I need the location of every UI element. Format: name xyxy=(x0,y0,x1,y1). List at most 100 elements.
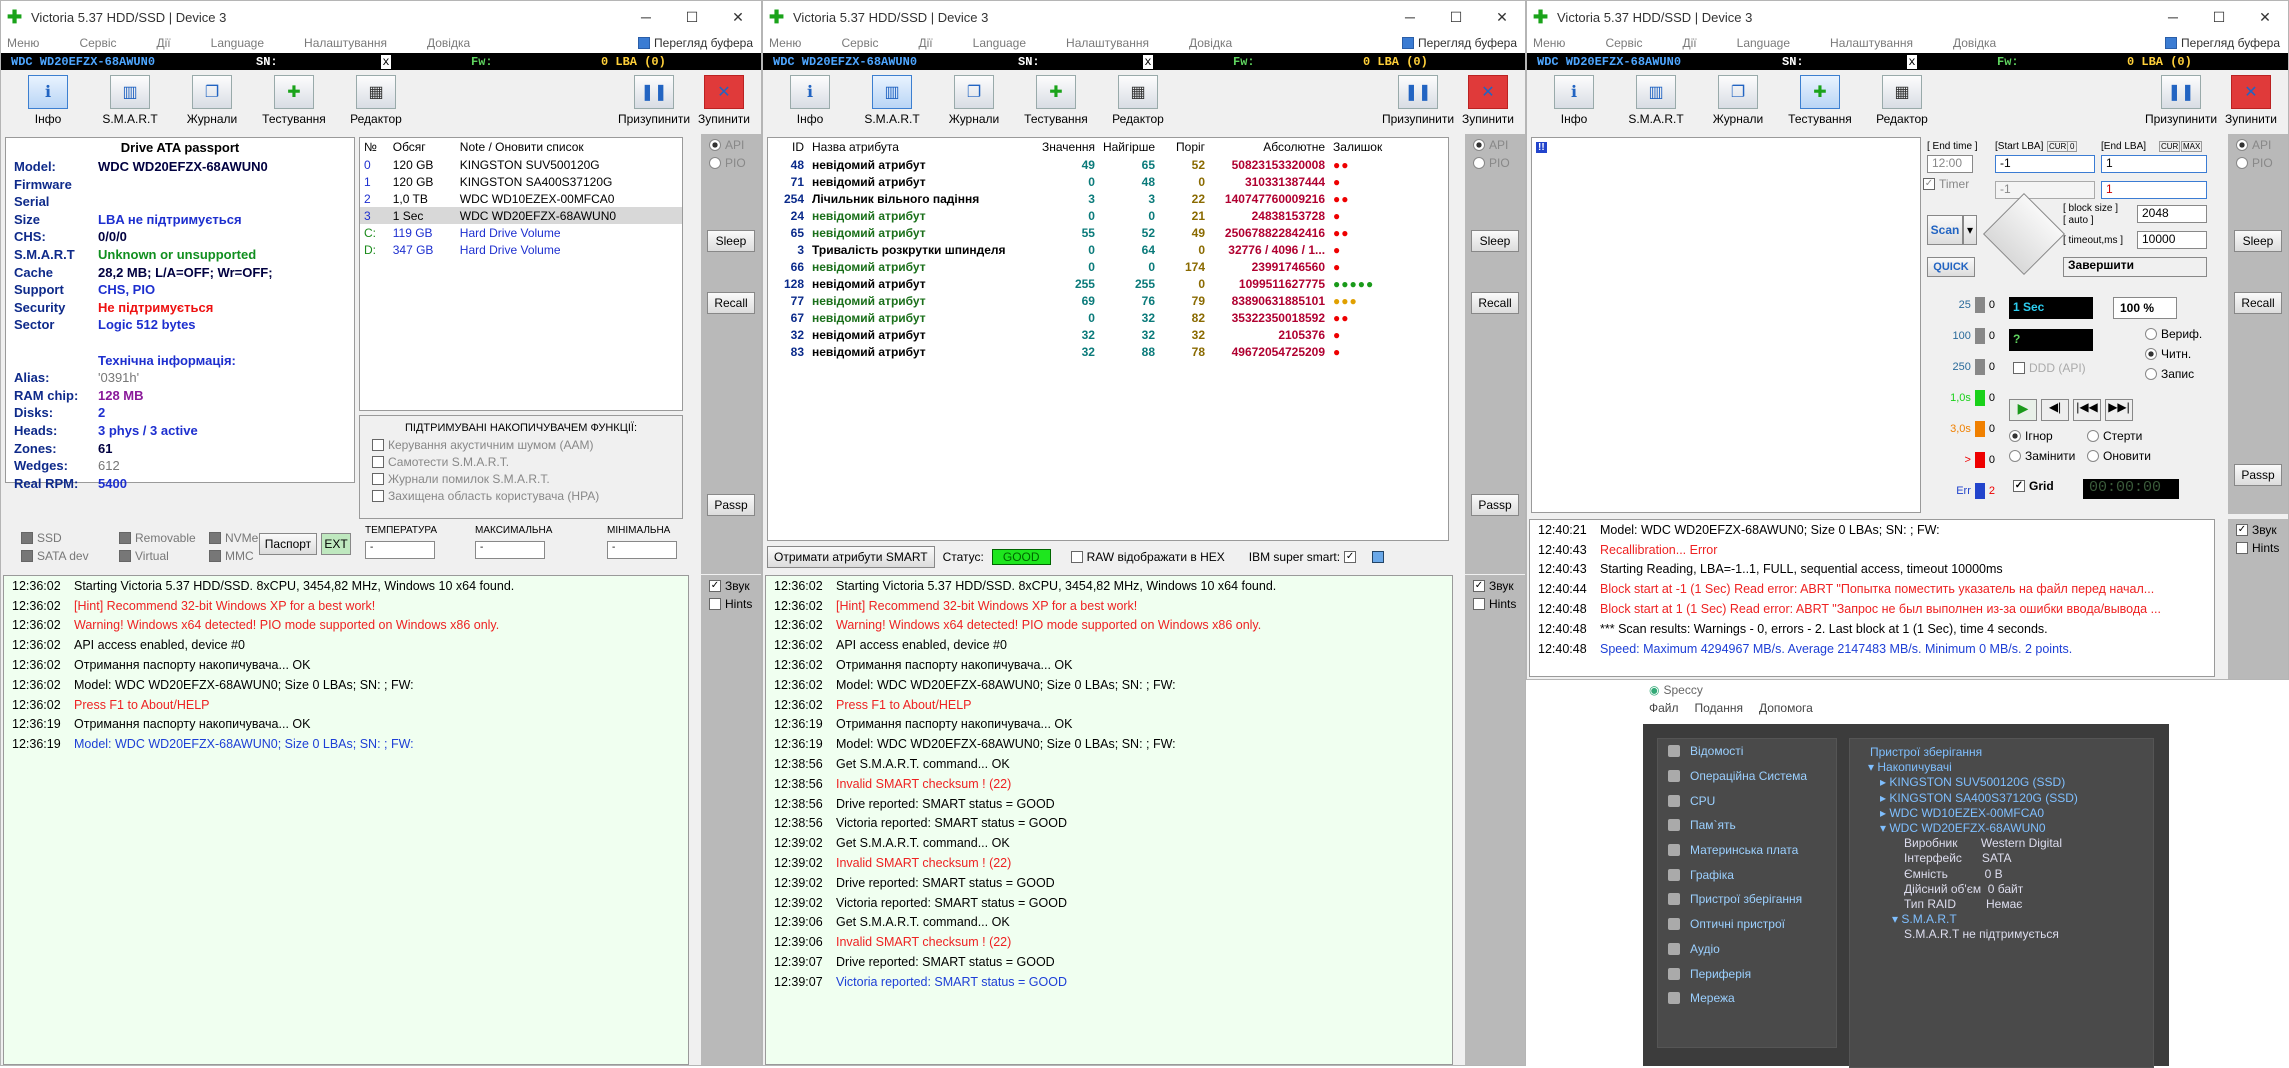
menu-item-language[interactable]: Language xyxy=(973,36,1026,50)
drive-row[interactable]: 2 1,0 TB WDC WD10EZEX-00MFCA0 xyxy=(360,190,682,207)
tab-tests[interactable]: ✚ Тестування xyxy=(253,75,335,126)
smart-row[interactable]: 66 невідомий атрибут 0 0 174 23991746560 ● xyxy=(768,258,1448,275)
read-radio[interactable]: Читн. xyxy=(2145,347,2191,361)
menu-item-service[interactable]: Сервіс xyxy=(1605,36,1642,50)
api-radio[interactable]: API xyxy=(2236,138,2280,152)
pause-button[interactable]: ❚❚ Призупинити xyxy=(618,75,690,126)
col-threshold[interactable]: Поріг xyxy=(1159,138,1209,156)
menu-item-help[interactable]: Довідка xyxy=(1189,36,1232,50)
menu-item-language[interactable]: Language xyxy=(1737,36,1790,50)
stop-button[interactable]: ✕ Зупинити xyxy=(691,75,757,126)
drive-row[interactable]: C: 119 GB Hard Drive Volume xyxy=(360,224,682,241)
skip-end-button[interactable]: ▶▶| xyxy=(2105,399,2133,421)
drive-row[interactable]: 3 1 Sec WDC WD20EFZX-68AWUN0 xyxy=(360,207,682,224)
smart-row[interactable]: 24 невідомий атрибут 0 0 21 24838153728 ● xyxy=(768,207,1448,224)
stop-button[interactable]: ✕ Зупинити xyxy=(1455,75,1521,126)
tab-editor[interactable]: ▦ Редактор xyxy=(1097,75,1179,126)
tab-smart[interactable]: ▥ S.M.A.R.T xyxy=(1615,75,1697,126)
rewind-button[interactable]: |◀◀ xyxy=(2073,399,2101,421)
col-absolute[interactable]: Абсолютне xyxy=(1209,138,1329,156)
minimize-button[interactable]: ─ xyxy=(623,9,669,25)
col-worst[interactable]: Найгірше xyxy=(1099,138,1159,156)
minimize-button[interactable]: ─ xyxy=(1387,9,1433,25)
recall-button[interactable]: Recall xyxy=(1471,292,1519,314)
sleep-button[interactable]: Sleep xyxy=(1471,230,1519,252)
speccy-detail-line[interactable]: ▾ Накопичувачі xyxy=(1856,760,2147,775)
tab-logs[interactable]: ❐ Журнали xyxy=(1697,75,1779,126)
speccy-detail-line[interactable]: ▸ WDC WD10EZEX-00MFCA0 xyxy=(1856,806,2147,821)
passp-button[interactable]: Passp xyxy=(707,494,755,516)
scan-button[interactable]: Scan xyxy=(1927,215,1963,245)
step-back-button[interactable]: ◀| xyxy=(2041,399,2069,421)
smart-row[interactable]: 3 Тривалість розкрутки шпинделя 0 64 0 32776 … xyxy=(768,241,1448,258)
stop-button[interactable]: ✕ Зупинити xyxy=(2218,75,2284,126)
close-button[interactable]: ✕ xyxy=(1479,9,1525,26)
min-field[interactable]: - xyxy=(607,541,677,559)
recall-button[interactable]: Recall xyxy=(2234,292,2282,314)
tab-tests[interactable]: ✚ Тестування xyxy=(1015,75,1097,126)
direction-pad-icon[interactable] xyxy=(1982,192,2066,276)
smart-row[interactable]: 48 невідомий атрибут 49 65 52 50823153320008 ●… xyxy=(768,156,1448,173)
tab-editor[interactable]: ▦ Редактор xyxy=(335,75,417,126)
replace-radio[interactable]: Замінити xyxy=(2009,449,2075,463)
speccy-category[interactable]: Мережа xyxy=(1658,986,1836,1011)
smart-row[interactable]: 32 невідомий атрибут 32 32 32 2105376 ● xyxy=(768,326,1448,343)
speccy-category[interactable]: Відомості xyxy=(1658,739,1836,764)
speccy-category[interactable]: Пристрої зберігання xyxy=(1658,887,1836,912)
speccy-category[interactable]: Периферія xyxy=(1658,961,1836,986)
menu-item-actions[interactable]: Дії xyxy=(919,36,933,50)
drive-row[interactable]: 0 120 GB KINGSTON SUV500120G xyxy=(360,156,682,173)
menu-item-actions[interactable]: Дії xyxy=(157,36,171,50)
ignore-radio[interactable]: Ігнор xyxy=(2009,429,2053,443)
grid-checkbox[interactable]: ✓ Grid xyxy=(2013,479,2054,493)
write-radio[interactable]: Запис xyxy=(2145,367,2194,381)
menu-item-settings[interactable]: Налаштування xyxy=(1066,36,1149,50)
menu-item-menu[interactable]: Меню xyxy=(769,36,801,50)
smart-row[interactable]: 65 невідомий атрибут 55 52 49 250678822842416… xyxy=(768,224,1448,241)
api-radio[interactable]: API xyxy=(1473,138,1517,152)
passp-button[interactable]: Passp xyxy=(1471,494,1519,516)
sound-checkbox[interactable]: ✓ Звук xyxy=(1473,579,1517,593)
tab-tests[interactable]: ✚ Тестування xyxy=(1779,75,1861,126)
col-num[interactable]: № xyxy=(360,138,389,156)
buffer-view-toggle[interactable]: Перегляд буфера xyxy=(638,36,753,50)
menu-item-service[interactable]: Сервіс xyxy=(841,36,878,50)
sleep-button[interactable]: Sleep xyxy=(707,230,755,252)
close-button[interactable]: ✕ xyxy=(2242,9,2288,26)
play-button[interactable]: ▶ xyxy=(2009,399,2037,421)
buffer-view-toggle[interactable]: Перегляд буфера xyxy=(1402,36,1517,50)
pio-radio[interactable]: PIO xyxy=(2236,156,2280,170)
speccy-detail-line[interactable]: Пристрої зберігання xyxy=(1856,745,2147,760)
col-note[interactable]: Note / Оновити список xyxy=(456,138,682,156)
speccy-menu-file[interactable]: Файл xyxy=(1649,701,1679,715)
speccy-menu-help[interactable]: Допомога xyxy=(1759,701,1813,715)
api-radio[interactable]: API xyxy=(709,138,753,152)
quick-button[interactable]: QUICK xyxy=(1927,257,1975,277)
col-id[interactable]: ID xyxy=(768,138,808,156)
speccy-category[interactable]: Оптичні пристрої xyxy=(1658,912,1836,937)
end-time-field[interactable]: 12:00 xyxy=(1927,155,1973,173)
speccy-detail-line[interactable]: ▸ KINGSTON SUV500120G (SSD) xyxy=(1856,775,2147,790)
pause-button[interactable]: ❚❚ Призупинити xyxy=(2145,75,2217,126)
timeout-select[interactable]: 10000 xyxy=(2137,231,2207,249)
hints-checkbox[interactable]: Hints xyxy=(709,597,753,611)
timer-checkbox[interactable]: ✓ Timer xyxy=(1923,177,1969,191)
speccy-category[interactable]: Операційна Система xyxy=(1658,764,1836,789)
sound-checkbox[interactable]: ✓ Звук xyxy=(709,579,753,593)
menu-item-actions[interactable]: Дії xyxy=(1683,36,1697,50)
speccy-detail-line[interactable]: ▸ KINGSTON SA400S37120G (SSD) xyxy=(1856,791,2147,806)
hints-checkbox[interactable]: Hints xyxy=(2236,541,2280,555)
scan-dropdown-icon[interactable]: ▾ xyxy=(1963,215,1977,245)
menu-item-menu[interactable]: Меню xyxy=(7,36,39,50)
menu-item-settings[interactable]: Налаштування xyxy=(1830,36,1913,50)
ddd-checkbox[interactable]: DDD (API) xyxy=(2013,361,2086,375)
ibm-smart-checkbox[interactable]: IBM super smart: ✓ xyxy=(1249,550,1357,564)
col-size[interactable]: Обсяг xyxy=(389,138,456,156)
end-lba-field-2[interactable]: 1 xyxy=(2101,181,2207,199)
smart-row[interactable]: 83 невідомий атрибут 32 88 78 49672054725209 ● xyxy=(768,343,1448,360)
get-smart-button[interactable]: Отримати атрибути SMART xyxy=(767,546,935,568)
menu-item-help[interactable]: Довідка xyxy=(427,36,470,50)
start-lba-field[interactable]: -1 xyxy=(1995,155,2095,173)
close-button[interactable]: ✕ xyxy=(715,9,761,26)
update-radio[interactable]: Оновити xyxy=(2087,449,2151,463)
